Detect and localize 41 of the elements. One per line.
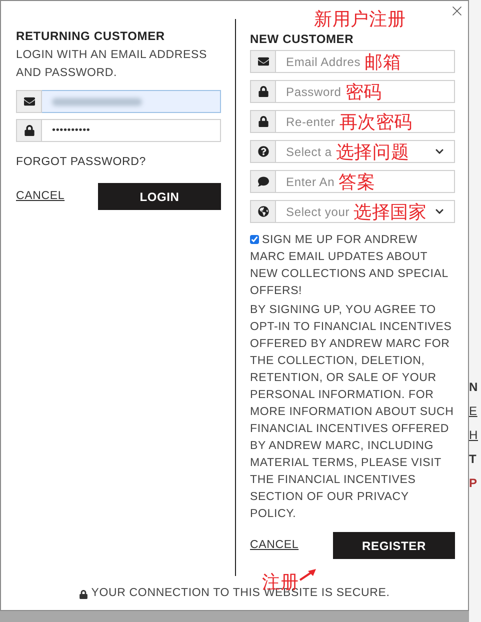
forgot-password-link[interactable]: FORGOT PASSWORD?	[16, 154, 221, 172]
speech-bubble-icon	[258, 176, 268, 187]
dropdown[interactable]: Select your 选择国家	[276, 200, 455, 223]
annotation: 邮箱	[364, 52, 402, 72]
input-field[interactable]: Re-enter 再次密码	[276, 110, 455, 133]
background-text: H	[469, 427, 479, 444]
section-title: NEW CUSTOMER	[250, 32, 355, 46]
section-title: RETURNING CUSTOMER	[16, 28, 166, 44]
background-text: P	[469, 475, 478, 492]
input-field[interactable]: Enter An 答案	[276, 170, 455, 193]
question-icon	[258, 146, 268, 157]
annotation: 再次密码	[339, 112, 413, 132]
lock-icon	[258, 116, 268, 127]
cancel-link[interactable]: CANCEL	[250, 536, 299, 554]
envelope-icon	[258, 56, 268, 67]
lock-icon	[79, 590, 88, 598]
globe-icon	[258, 206, 268, 217]
dropdown[interactable]: Select a 选择问题	[276, 140, 455, 163]
register-button[interactable]: REGISTER	[333, 532, 455, 559]
annotation: 新用户注册	[314, 9, 406, 29]
input-field[interactable]	[42, 90, 221, 113]
signup-checkbox[interactable]	[250, 235, 259, 244]
annotation: 答案	[338, 172, 376, 192]
input-field[interactable]: Email Addres 邮箱	[276, 50, 455, 73]
disclosure-text: BY SIGNING UP, YOU AGREE TO OPT-IN TO FINANCIAL INCENTIVES OFFERED BY ANDREW MARC FOR THE COLLECTION, DELETION, RETENTION, OR SALE OF YOUR PERSONAL INFORMATION. FOR MORE INFORMATION ABOUT SUCH FINANCIAL INCENTIVES OFFERED BY ANDREW MARC, INCLUDING MATERIAL TERMS, PLEASE VISIT THE FINANCIAL INCENTIVES SECTION OF OUR PRIVACY POLICY.	[250, 303, 455, 522]
envelope-icon	[24, 96, 34, 107]
input-field[interactable]: ••••••••••	[42, 119, 221, 142]
annotation: 密码	[345, 82, 382, 102]
cancel-link[interactable]: CANCEL	[16, 188, 65, 206]
annotation: 选择问题	[336, 142, 410, 162]
background-text: E	[469, 403, 478, 420]
instructions: LOGIN WITH AN EMAIL ADDRESS AND PASSWORD.	[16, 48, 208, 81]
annotation: 选择国家	[354, 202, 427, 222]
lock-icon	[24, 125, 34, 136]
background-text: N	[469, 379, 479, 396]
login-button[interactable]: LOGIN	[98, 183, 221, 210]
lock-icon	[258, 86, 268, 97]
background-text: T	[469, 451, 478, 468]
signup-text: SIGN ME UP FOR ANDREW MARC EMAIL UPDATES ABOUT NEW COLLECTIONS AND SPECIAL OFFERS!	[250, 233, 450, 299]
input-field[interactable]: Password 密码	[276, 80, 455, 103]
password-dots: ••••••••••	[52, 124, 90, 138]
